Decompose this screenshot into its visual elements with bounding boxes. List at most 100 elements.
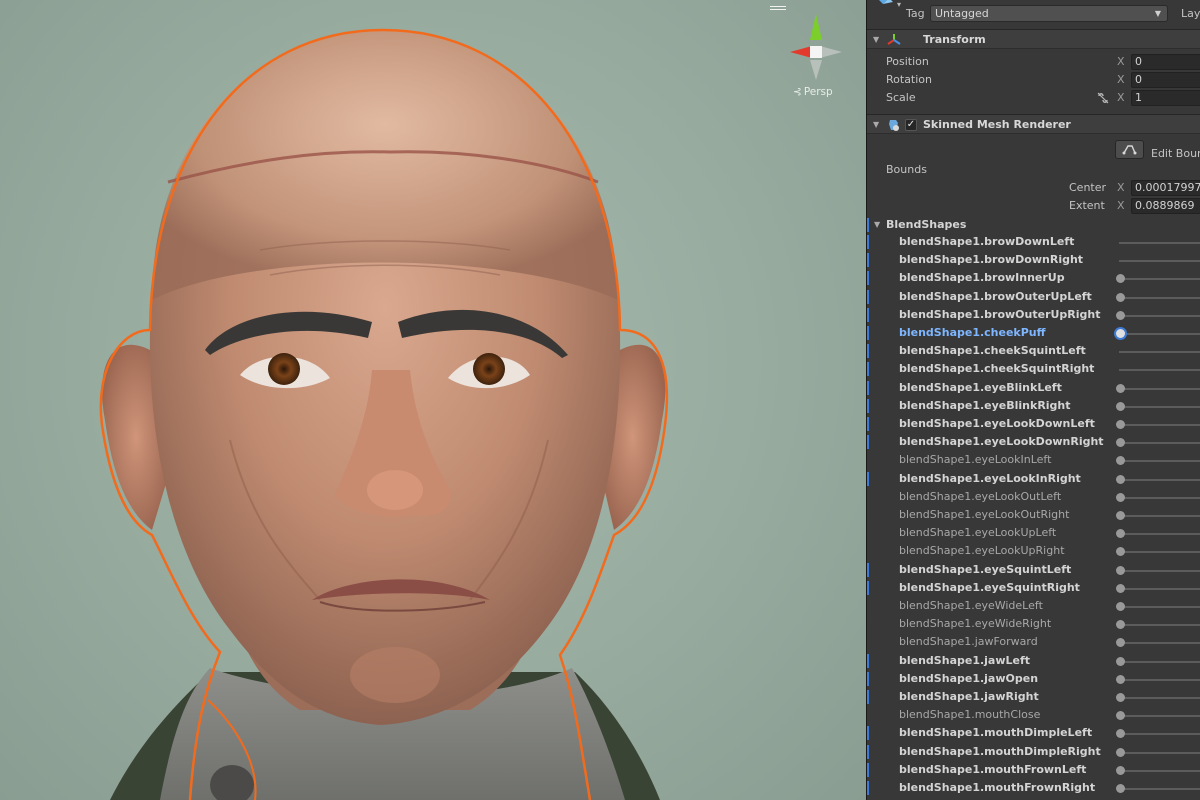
blendshape-row[interactable]: blendShape1.mouthDimpleLeft: [867, 724, 1200, 742]
bounds-center-x-field[interactable]: 0.00017997: [1131, 180, 1200, 196]
blendshape-row[interactable]: blendShape1.browOuterUpLeft: [867, 288, 1200, 306]
blendshape-slider-track[interactable]: [1119, 460, 1200, 463]
blendshape-slider-track[interactable]: [1119, 333, 1200, 335]
blendshape-slider-handle[interactable]: [1116, 765, 1125, 775]
blendshape-row[interactable]: blendShape1.eyeBlinkLeft: [867, 379, 1200, 397]
blendshape-row[interactable]: blendShape1.eyeWideLeft: [867, 597, 1200, 615]
blendshape-slider-handle[interactable]: [1116, 583, 1125, 593]
blendshape-slider-track[interactable]: [1119, 751, 1200, 754]
blendshape-row[interactable]: blendShape1.jawLeft: [867, 652, 1200, 670]
blendshape-row[interactable]: blendShape1.cheekSquintRight: [867, 360, 1200, 378]
blendshape-slider-track[interactable]: [1119, 587, 1200, 590]
blendshape-slider-track[interactable]: [1119, 351, 1200, 354]
blendshape-slider-track[interactable]: [1119, 533, 1200, 536]
blendshape-slider-track[interactable]: [1119, 642, 1200, 645]
bounds-extent-x-field[interactable]: 0.0889869: [1131, 198, 1200, 214]
blendshape-row[interactable]: blendShape1.eyeLookInLeft: [867, 451, 1200, 469]
blendshape-slider-track[interactable]: [1119, 496, 1200, 499]
character-head-model[interactable]: [0, 0, 866, 800]
blendshape-row[interactable]: blendShape1.eyeLookDownRight: [867, 433, 1200, 451]
blendshape-row[interactable]: blendShape1.browDownLeft: [867, 233, 1200, 251]
blendshape-row[interactable]: blendShape1.mouthFrownLeft: [867, 761, 1200, 779]
blendshape-row[interactable]: blendShape1.eyeSquintLeft: [867, 561, 1200, 579]
blendshape-slider-track[interactable]: [1119, 624, 1200, 627]
blendshape-row[interactable]: blendShape1.mouthDimpleRight: [867, 743, 1200, 761]
blendshape-row[interactable]: blendShape1.eyeLookUpRight: [867, 542, 1200, 560]
blendshape-row[interactable]: blendShape1.eyeLookOutLeft: [867, 488, 1200, 506]
blendshape-slider-track[interactable]: [1119, 788, 1200, 790]
blendshape-slider-track[interactable]: [1119, 369, 1200, 372]
blendshape-slider-handle[interactable]: [1116, 438, 1125, 448]
blendshape-slider-handle[interactable]: [1116, 711, 1125, 721]
blendshape-slider-handle[interactable]: [1116, 565, 1125, 575]
blendshape-slider-handle[interactable]: [1116, 729, 1125, 739]
blendshape-slider-handle[interactable]: [1116, 420, 1125, 429]
blendshape-row[interactable]: blendShape1.eyeBlinkRight: [867, 397, 1200, 415]
blendshape-slider-handle[interactable]: [1116, 547, 1125, 557]
blendshape-row[interactable]: blendShape1.cheekSquintLeft: [867, 342, 1200, 360]
blendshape-row[interactable]: blendShape1.browOuterUpRight: [867, 306, 1200, 324]
blendshape-slider-handle[interactable]: [1116, 383, 1125, 393]
blendshape-slider-handle[interactable]: [1116, 511, 1125, 520]
blendshape-slider-handle[interactable]: [1116, 274, 1125, 284]
blendshape-slider-handle[interactable]: [1116, 784, 1125, 793]
rotation-x-field[interactable]: 0: [1131, 72, 1200, 88]
blendshape-slider-handle[interactable]: [1116, 401, 1125, 411]
blendshape-slider-track[interactable]: [1119, 424, 1200, 426]
blendshape-slider-track[interactable]: [1119, 769, 1200, 772]
blendshape-row[interactable]: blendShape1.jawForward: [867, 633, 1200, 651]
blendshape-slider-handle[interactable]: [1116, 310, 1125, 320]
blendshape-slider-track[interactable]: [1119, 405, 1200, 408]
foldout-arrow-icon[interactable]: ▼: [874, 216, 880, 234]
blendshape-slider-track[interactable]: [1119, 242, 1200, 244]
blendshape-row[interactable]: blendShape1.eyeLookOutRight: [867, 506, 1200, 524]
blendshape-slider-track[interactable]: [1119, 551, 1200, 554]
foldout-arrow-icon[interactable]: ▼: [873, 115, 879, 135]
blendshape-slider-track[interactable]: [1119, 387, 1200, 390]
blendshape-slider-track[interactable]: [1119, 478, 1200, 481]
blendshape-row[interactable]: blendShape1.eyeLookInRight: [867, 470, 1200, 488]
transform-header[interactable]: ▼ Transform: [867, 29, 1200, 49]
blendshape-row[interactable]: blendShape1.jawRight: [867, 688, 1200, 706]
blendshape-slider-handle[interactable]: [1116, 638, 1125, 648]
blendshape-row[interactable]: blendShape1.browDownRight: [867, 251, 1200, 269]
blendshape-slider-track[interactable]: [1119, 678, 1200, 681]
blendshape-slider-handle[interactable]: [1116, 674, 1125, 684]
blendshape-slider-track[interactable]: [1119, 515, 1200, 517]
blendshape-row[interactable]: blendShape1.browInnerUp: [867, 269, 1200, 287]
blendshape-slider-handle[interactable]: [1116, 292, 1125, 302]
blendshape-slider-handle[interactable]: [1116, 492, 1125, 502]
blendshape-slider-track[interactable]: [1119, 660, 1200, 663]
scene-view[interactable]: ⊰ Persp: [0, 0, 866, 800]
blendshape-row[interactable]: blendShape1.jawOpen: [867, 670, 1200, 688]
blendshape-slider-track[interactable]: [1119, 314, 1200, 317]
foldout-arrow-icon[interactable]: ▼: [873, 30, 879, 50]
blendshape-slider-track[interactable]: [1119, 278, 1200, 281]
blendshape-slider-track[interactable]: [1119, 260, 1200, 263]
blendshape-slider-handle[interactable]: [1116, 620, 1125, 630]
blendshape-row[interactable]: blendShape1.eyeSquintRight: [867, 579, 1200, 597]
blendshape-slider-handle[interactable]: [1116, 747, 1125, 757]
blendshape-row[interactable]: blendShape1.cheekPuff: [867, 324, 1200, 342]
skinned-mesh-renderer-header[interactable]: ▼ ✓ Skinned Mesh Renderer: [867, 114, 1200, 134]
blendshape-slider-handle[interactable]: [1116, 529, 1125, 539]
blendshape-slider-handle[interactable]: [1116, 656, 1125, 666]
blendshape-slider-handle[interactable]: [1116, 329, 1125, 338]
blendshape-slider-track[interactable]: [1119, 715, 1200, 718]
blendshape-slider-handle[interactable]: [1116, 474, 1125, 484]
blendshape-row[interactable]: blendShape1.eyeWideRight: [867, 615, 1200, 633]
blendshape-slider-handle[interactable]: [1116, 456, 1125, 466]
blendshape-row[interactable]: blendShape1.mouthClose: [867, 706, 1200, 724]
blendshape-slider-track[interactable]: [1119, 569, 1200, 572]
blendshape-slider-track[interactable]: [1119, 296, 1200, 299]
blendshape-slider-track[interactable]: [1119, 442, 1200, 445]
blendshape-slider-handle[interactable]: [1116, 693, 1125, 702]
persp-label[interactable]: ⊰ Persp: [793, 86, 833, 98]
blendshape-row[interactable]: blendShape1.eyeLookUpLeft: [867, 524, 1200, 542]
blendshapes-foldout[interactable]: ▼ BlendShapes: [867, 216, 1200, 234]
blendshape-row[interactable]: blendShape1.mouthFrownRight: [867, 779, 1200, 797]
blendshape-row[interactable]: blendShape1.eyeLookDownLeft: [867, 415, 1200, 433]
blendshape-slider-track[interactable]: [1119, 697, 1200, 699]
component-enabled-checkbox[interactable]: ✓: [905, 119, 917, 131]
blendshape-slider-handle[interactable]: [1116, 602, 1125, 611]
